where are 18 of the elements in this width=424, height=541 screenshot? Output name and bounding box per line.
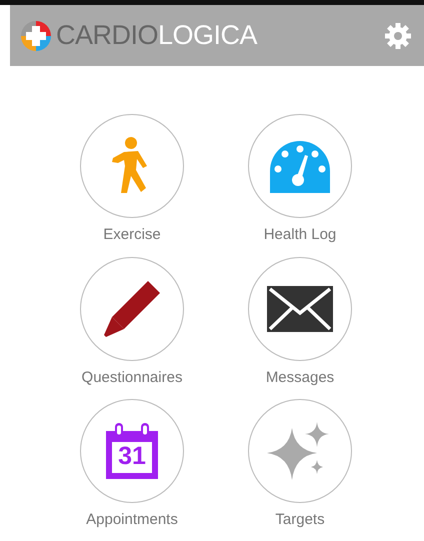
envelope-icon <box>267 286 333 332</box>
gauge-icon <box>268 139 332 193</box>
tile-button[interactable] <box>248 399 352 503</box>
tile-label[interactable]: Health Log <box>264 227 336 244</box>
app-title: CARDIOLOGICA <box>56 22 258 49</box>
settings-icon[interactable] <box>384 22 412 50</box>
tile-label[interactable]: Messages <box>266 370 334 386</box>
tile-button[interactable]: 31 <box>80 399 184 503</box>
tile-label[interactable]: Appointments <box>86 512 178 528</box>
tile-label[interactable]: Targets <box>275 512 325 528</box>
pen-icon <box>102 278 162 338</box>
tile-label[interactable]: Questionnaires <box>82 370 182 386</box>
tile-button[interactable] <box>248 256 352 360</box>
logo-icon <box>20 20 52 52</box>
tile-button[interactable] <box>80 114 184 218</box>
tile-label[interactable]: Exercise <box>103 227 161 244</box>
tile-button[interactable] <box>248 114 352 218</box>
tile-button[interactable] <box>80 256 184 360</box>
